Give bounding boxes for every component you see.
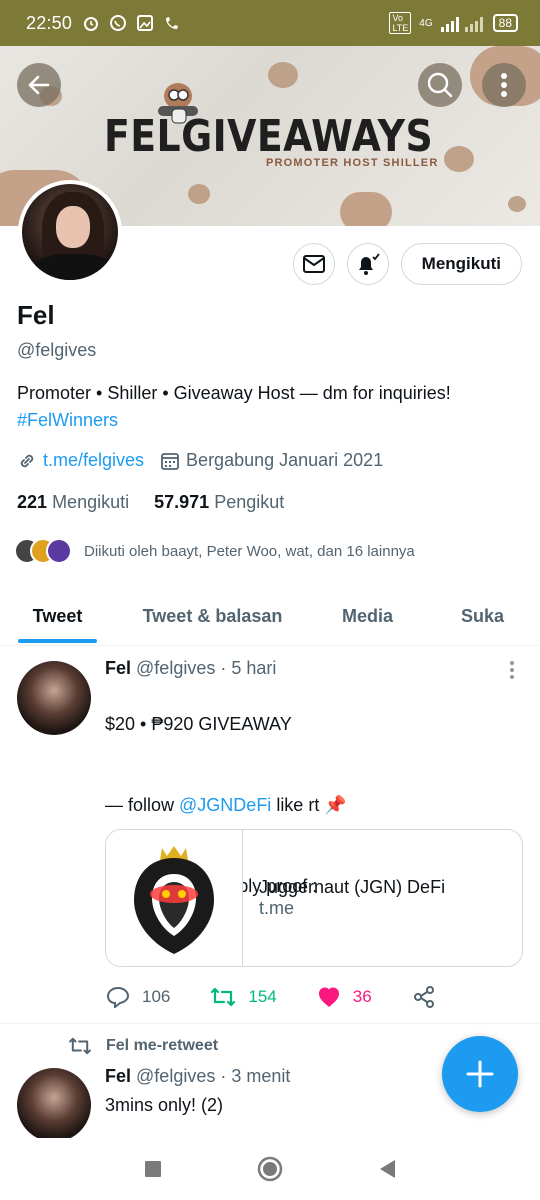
arrow-left-icon <box>28 75 50 95</box>
message-button[interactable] <box>292 243 335 285</box>
tab-media[interactable]: Media <box>310 588 425 645</box>
share-icon <box>413 986 434 1008</box>
tweet-time: · 3 menit <box>220 1066 291 1086</box>
profile-actions: Mengikuti <box>292 243 522 285</box>
tweet-avatar[interactable] <box>17 661 91 735</box>
retweet-indicator: Fel me-retweet <box>68 1037 218 1055</box>
profile-tabs: Tweet Tweet & balasan Media Suka <box>0 588 540 646</box>
reply-icon <box>106 986 130 1008</box>
tweet-more-icon[interactable] <box>508 660 516 680</box>
tweet-author-handle: @felgives <box>136 1066 216 1086</box>
back-nav-icon[interactable] <box>378 1159 396 1179</box>
tweet-line: — follow <box>105 795 180 815</box>
tweet-line: $20 • ₱920 GIVEAWAY <box>105 714 292 734</box>
status-time: 22:50 <box>26 12 73 33</box>
banner-title: FELGIVEAWAYS <box>104 111 434 162</box>
link-card[interactable]: Juggernaut (JGN) DeFi t.me <box>105 829 523 967</box>
retweet-button[interactable]: 154 <box>210 987 277 1007</box>
lion-logo-icon <box>134 846 214 954</box>
tweet[interactable]: Fel @felgives · 5 hari $20 • ₱920 GIVEAW… <box>0 646 540 1024</box>
following-count: 221 <box>17 492 48 512</box>
alarm-icon <box>84 17 99 31</box>
link-icon <box>20 454 34 467</box>
plus-icon <box>466 1060 494 1088</box>
volte-icon: Vo LTE <box>389 12 412 34</box>
join-date: Bergabung Januari 2021 <box>186 450 384 470</box>
card-body: Juggernaut (JGN) DeFi t.me <box>243 830 445 966</box>
tweet-line: like rt 📌 <box>271 795 347 815</box>
followed-by[interactable]: Diikuti oleh baayt, Peter Woo, wat, dan … <box>14 538 415 564</box>
network-label: 4G <box>419 17 433 29</box>
like-count: 36 <box>352 987 372 1006</box>
followers-label: Pengikut <box>214 492 285 512</box>
search-icon <box>427 72 453 98</box>
followed-by-text: Diikuti oleh baayt, Peter Woo, wat, dan … <box>84 542 415 560</box>
card-domain: t.me <box>259 898 295 918</box>
following-label: Mengikuti <box>52 492 130 512</box>
system-nav-bar <box>0 1138 540 1200</box>
tweet-mention[interactable]: @JGNDeFi <box>179 795 271 815</box>
retweet-icon <box>211 987 236 1007</box>
status-bar: 22:50 Vo LTE 4G 88 <box>0 0 540 46</box>
tab-tweets-replies[interactable]: Tweet & balasan <box>115 588 310 645</box>
envelope-icon <box>302 255 325 273</box>
tweet-author-name: Fel <box>105 1066 132 1086</box>
profile-meta: t.me/felgives Bergabung Januari 2021 <box>17 450 383 471</box>
card-title: Juggernaut (JGN) DeFi <box>259 877 446 897</box>
compose-tweet-button[interactable] <box>442 1036 518 1112</box>
status-right: Vo LTE 4G 88 <box>389 12 518 34</box>
more-options-button[interactable] <box>482 63 526 107</box>
retweet-icon <box>69 1037 91 1055</box>
notifications-button[interactable] <box>346 243 389 285</box>
profile-avatar[interactable] <box>18 180 122 284</box>
heart-icon <box>318 987 339 1007</box>
followers-stat[interactable]: 57.971 Pengikut <box>154 492 284 512</box>
tweet-avatar[interactable] <box>17 1068 91 1142</box>
retweet-label: Fel me-retweet <box>106 1037 219 1054</box>
following-stat[interactable]: 221 Mengikuti <box>17 492 129 512</box>
following-button[interactable]: Mengikuti <box>400 243 522 285</box>
signal-icon <box>440 17 483 32</box>
profile-bio: Promoter • Shiller • Giveaway Host — dm … <box>17 380 527 434</box>
tweet-actions: 106 154 36 <box>106 982 466 1012</box>
tab-likes[interactable]: Suka <box>425 588 540 645</box>
bell-check-icon <box>358 253 380 275</box>
profile-handle: @felgives <box>17 340 97 360</box>
whatsapp-icon <box>110 15 127 31</box>
reply-button[interactable]: 106 <box>106 986 170 1008</box>
battery-level: 88 <box>492 14 518 32</box>
reply-count: 106 <box>142 987 171 1006</box>
follow-stats: 221 Mengikuti 57.971 Pengikut <box>17 492 284 513</box>
tweet-header: Fel @felgives · 5 hari <box>105 658 276 679</box>
tweet-time: · 5 hari <box>220 658 277 678</box>
tweet-header: Fel @felgives · 3 menit <box>105 1066 290 1087</box>
like-button[interactable]: 36 <box>317 986 372 1008</box>
retweet-count: 154 <box>248 987 277 1006</box>
tweet-author-name: Fel <box>105 658 132 678</box>
more-vertical-icon <box>501 73 507 97</box>
missed-call-icon <box>166 17 179 29</box>
follower-avatar <box>46 538 72 564</box>
gallery-icon <box>137 15 154 31</box>
back-button[interactable] <box>17 63 61 107</box>
tweet-author-handle: @felgives <box>136 658 216 678</box>
followers-count: 57.971 <box>154 492 210 512</box>
recents-icon[interactable] <box>144 1160 162 1178</box>
home-icon[interactable] <box>257 1156 283 1182</box>
banner-subtitle: PROMOTER HOST SHILLER <box>266 157 439 169</box>
calendar-icon <box>161 452 179 470</box>
profile-link[interactable]: t.me/felgives <box>43 450 144 471</box>
bio-text: Promoter • Shiller • Giveaway Host — dm … <box>17 383 451 403</box>
notification-icons <box>82 14 181 32</box>
share-button[interactable] <box>412 986 436 1008</box>
bio-hashtag[interactable]: #FelWinners <box>17 410 118 430</box>
tab-tweets[interactable]: Tweet <box>0 588 115 645</box>
search-button[interactable] <box>418 63 462 107</box>
card-image <box>106 830 243 966</box>
profile-name: Fel <box>17 300 55 330</box>
